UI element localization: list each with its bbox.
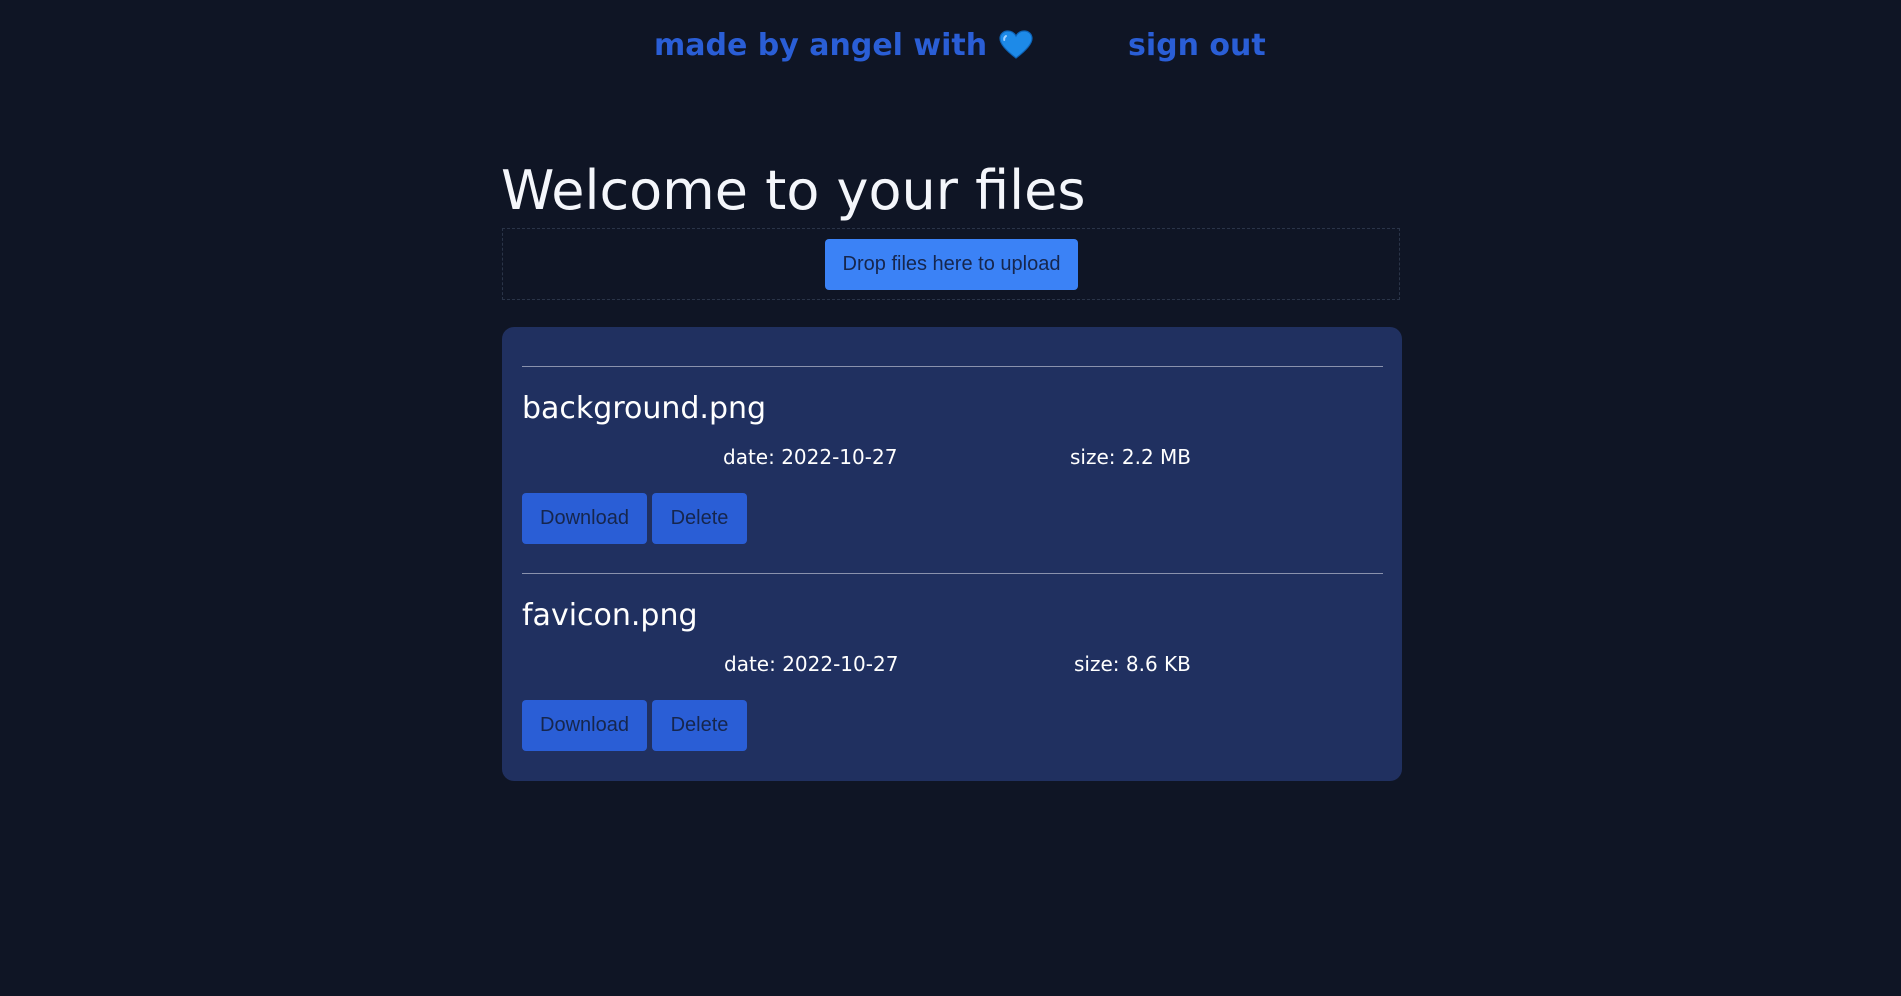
file-date: date: 2022-10-27	[723, 445, 898, 469]
credit-label: made by angel with	[654, 28, 988, 63]
file-name: favicon.png	[522, 598, 698, 633]
file-name: background.png	[522, 391, 767, 426]
upload-button[interactable]: Drop files here to upload	[825, 239, 1078, 290]
top-bar: made by angel with sign out	[0, 24, 1901, 68]
blue-heart-icon	[999, 30, 1033, 59]
credit-text: made by angel with	[654, 24, 1033, 68]
delete-button[interactable]: Delete	[652, 493, 747, 544]
file-date: date: 2022-10-27	[724, 652, 899, 676]
page-title: Welcome to your files	[501, 159, 1086, 222]
file-size: size: 8.6 KB	[1074, 652, 1191, 676]
sign-out-link[interactable]: sign out	[1128, 24, 1266, 68]
file-size: size: 2.2 MB	[1070, 445, 1192, 469]
download-button[interactable]: Download	[522, 493, 647, 544]
delete-button[interactable]: Delete	[652, 700, 747, 751]
divider	[522, 366, 1383, 367]
files-list: background.png date: 2022-10-27 size: 2.…	[502, 327, 1402, 781]
divider	[522, 573, 1383, 574]
download-button[interactable]: Download	[522, 700, 647, 751]
